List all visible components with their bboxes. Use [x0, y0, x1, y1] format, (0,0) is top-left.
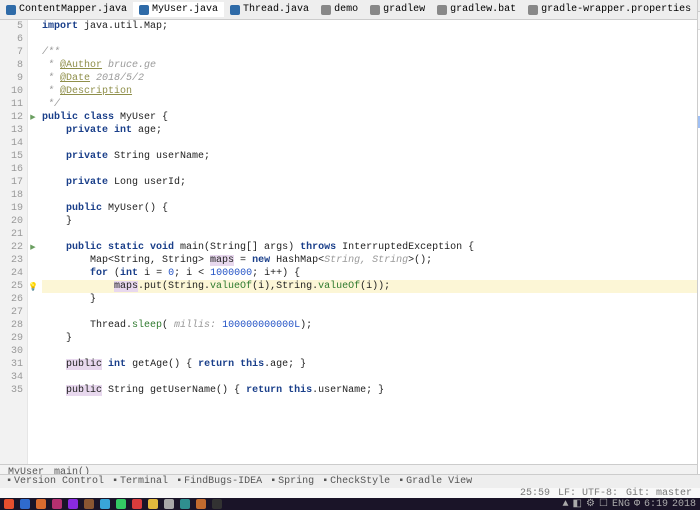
tab-gradlew[interactable]: gradlew — [364, 2, 431, 17]
gutter-glyphs: ▶ ▶ 💡 — [28, 20, 38, 464]
taskbar-app-icon[interactable] — [68, 499, 78, 509]
tab-demo[interactable]: demo — [315, 2, 364, 17]
code-editor[interactable]: 5678910111213141516171819202122232425262… — [0, 20, 697, 464]
tool-tab-Gradle-View[interactable]: ▪Gradle View — [398, 476, 472, 487]
file-icon — [528, 5, 538, 15]
caret-position: 25:59 — [520, 488, 550, 499]
file-icon — [6, 5, 16, 15]
taskbar-app-icon[interactable] — [196, 499, 206, 509]
status-bar: 25:59 LF: UTF-8: Git: master — [0, 488, 700, 498]
tool-tab-FindBugs-IDEA[interactable]: ▪FindBugs-IDEA — [176, 476, 262, 487]
code-area[interactable]: import java.util.Map; /** * @Author bruc… — [38, 20, 697, 464]
tool-tab-icon: ▪ — [270, 476, 276, 487]
tab-gradlew-bat[interactable]: gradlew.bat — [431, 2, 522, 17]
tool-tab-icon: ▪ — [398, 476, 404, 487]
taskbar-app-icon[interactable] — [4, 499, 14, 509]
file-icon — [139, 5, 149, 15]
tray-item[interactable]: ◧ — [573, 498, 582, 510]
taskbar-app-icon[interactable] — [132, 499, 142, 509]
tool-tab-Version-Control[interactable]: ▪Version Control — [6, 476, 104, 487]
tool-tab-icon: ▪ — [176, 476, 182, 487]
intention-bulb-icon[interactable]: 💡 — [28, 282, 38, 292]
taskbar-app-icon[interactable] — [180, 499, 190, 509]
file-icon — [230, 5, 240, 15]
encoding: LF: UTF-8: — [558, 488, 618, 499]
taskbar-app-icon[interactable] — [52, 499, 62, 509]
taskbar-app-icon[interactable] — [148, 499, 158, 509]
tool-tab-Terminal[interactable]: ▪Terminal — [112, 476, 168, 487]
run-gutter-icon[interactable]: ▶ — [30, 113, 35, 122]
tray-item[interactable]: Φ — [634, 499, 640, 510]
git-branch[interactable]: Git: master — [626, 488, 692, 499]
run-gutter-icon[interactable]: ▶ — [30, 243, 35, 252]
tool-tab-icon: ▪ — [6, 476, 12, 487]
taskbar-app-icon[interactable] — [164, 499, 174, 509]
file-icon — [370, 5, 380, 15]
tray-item[interactable]: 6:19 — [644, 499, 668, 510]
taskbar-app-icon[interactable] — [212, 499, 222, 509]
system-tray[interactable]: ▲ ◧ ⚙ ☐ ENG Φ 6:19 2018 — [563, 498, 696, 510]
tray-item[interactable]: ENG — [612, 499, 630, 510]
tool-tab-CheckStyle[interactable]: ▪CheckStyle — [322, 476, 390, 487]
taskbar-app-icon[interactable] — [84, 499, 94, 509]
bottom-tool-tabs: ▪Version Control▪Terminal▪FindBugs-IDEA▪… — [0, 474, 700, 488]
editor-tabs: ContentMapper.javaMyUser.javaThread.java… — [0, 0, 697, 20]
taskbar-app-icon[interactable] — [116, 499, 126, 509]
tray-item[interactable]: 2018 — [672, 499, 696, 510]
tab-ContentMapper-java[interactable]: ContentMapper.java — [0, 2, 133, 17]
os-taskbar[interactable]: ▲ ◧ ⚙ ☐ ENG Φ 6:19 2018 — [0, 498, 700, 510]
line-gutter: 5678910111213141516171819202122232425262… — [0, 20, 28, 464]
file-icon — [321, 5, 331, 15]
tab-MyUser-java[interactable]: MyUser.java — [133, 2, 224, 17]
tab-gradle-wrapper-properties[interactable]: gradle-wrapper.properties — [522, 2, 697, 17]
tray-item[interactable]: ▲ — [563, 499, 569, 510]
file-icon — [437, 5, 447, 15]
tool-tab-icon: ▪ — [112, 476, 118, 487]
tool-tab-icon: ▪ — [322, 476, 328, 487]
tray-item[interactable]: ⚙ — [586, 498, 595, 510]
taskbar-app-icon[interactable] — [20, 499, 30, 509]
taskbar-app-icon[interactable] — [100, 499, 110, 509]
tool-tab-Spring[interactable]: ▪Spring — [270, 476, 314, 487]
tab-Thread-java[interactable]: Thread.java — [224, 2, 315, 17]
tray-item[interactable]: ☐ — [599, 498, 608, 510]
taskbar-app-icon[interactable] — [36, 499, 46, 509]
